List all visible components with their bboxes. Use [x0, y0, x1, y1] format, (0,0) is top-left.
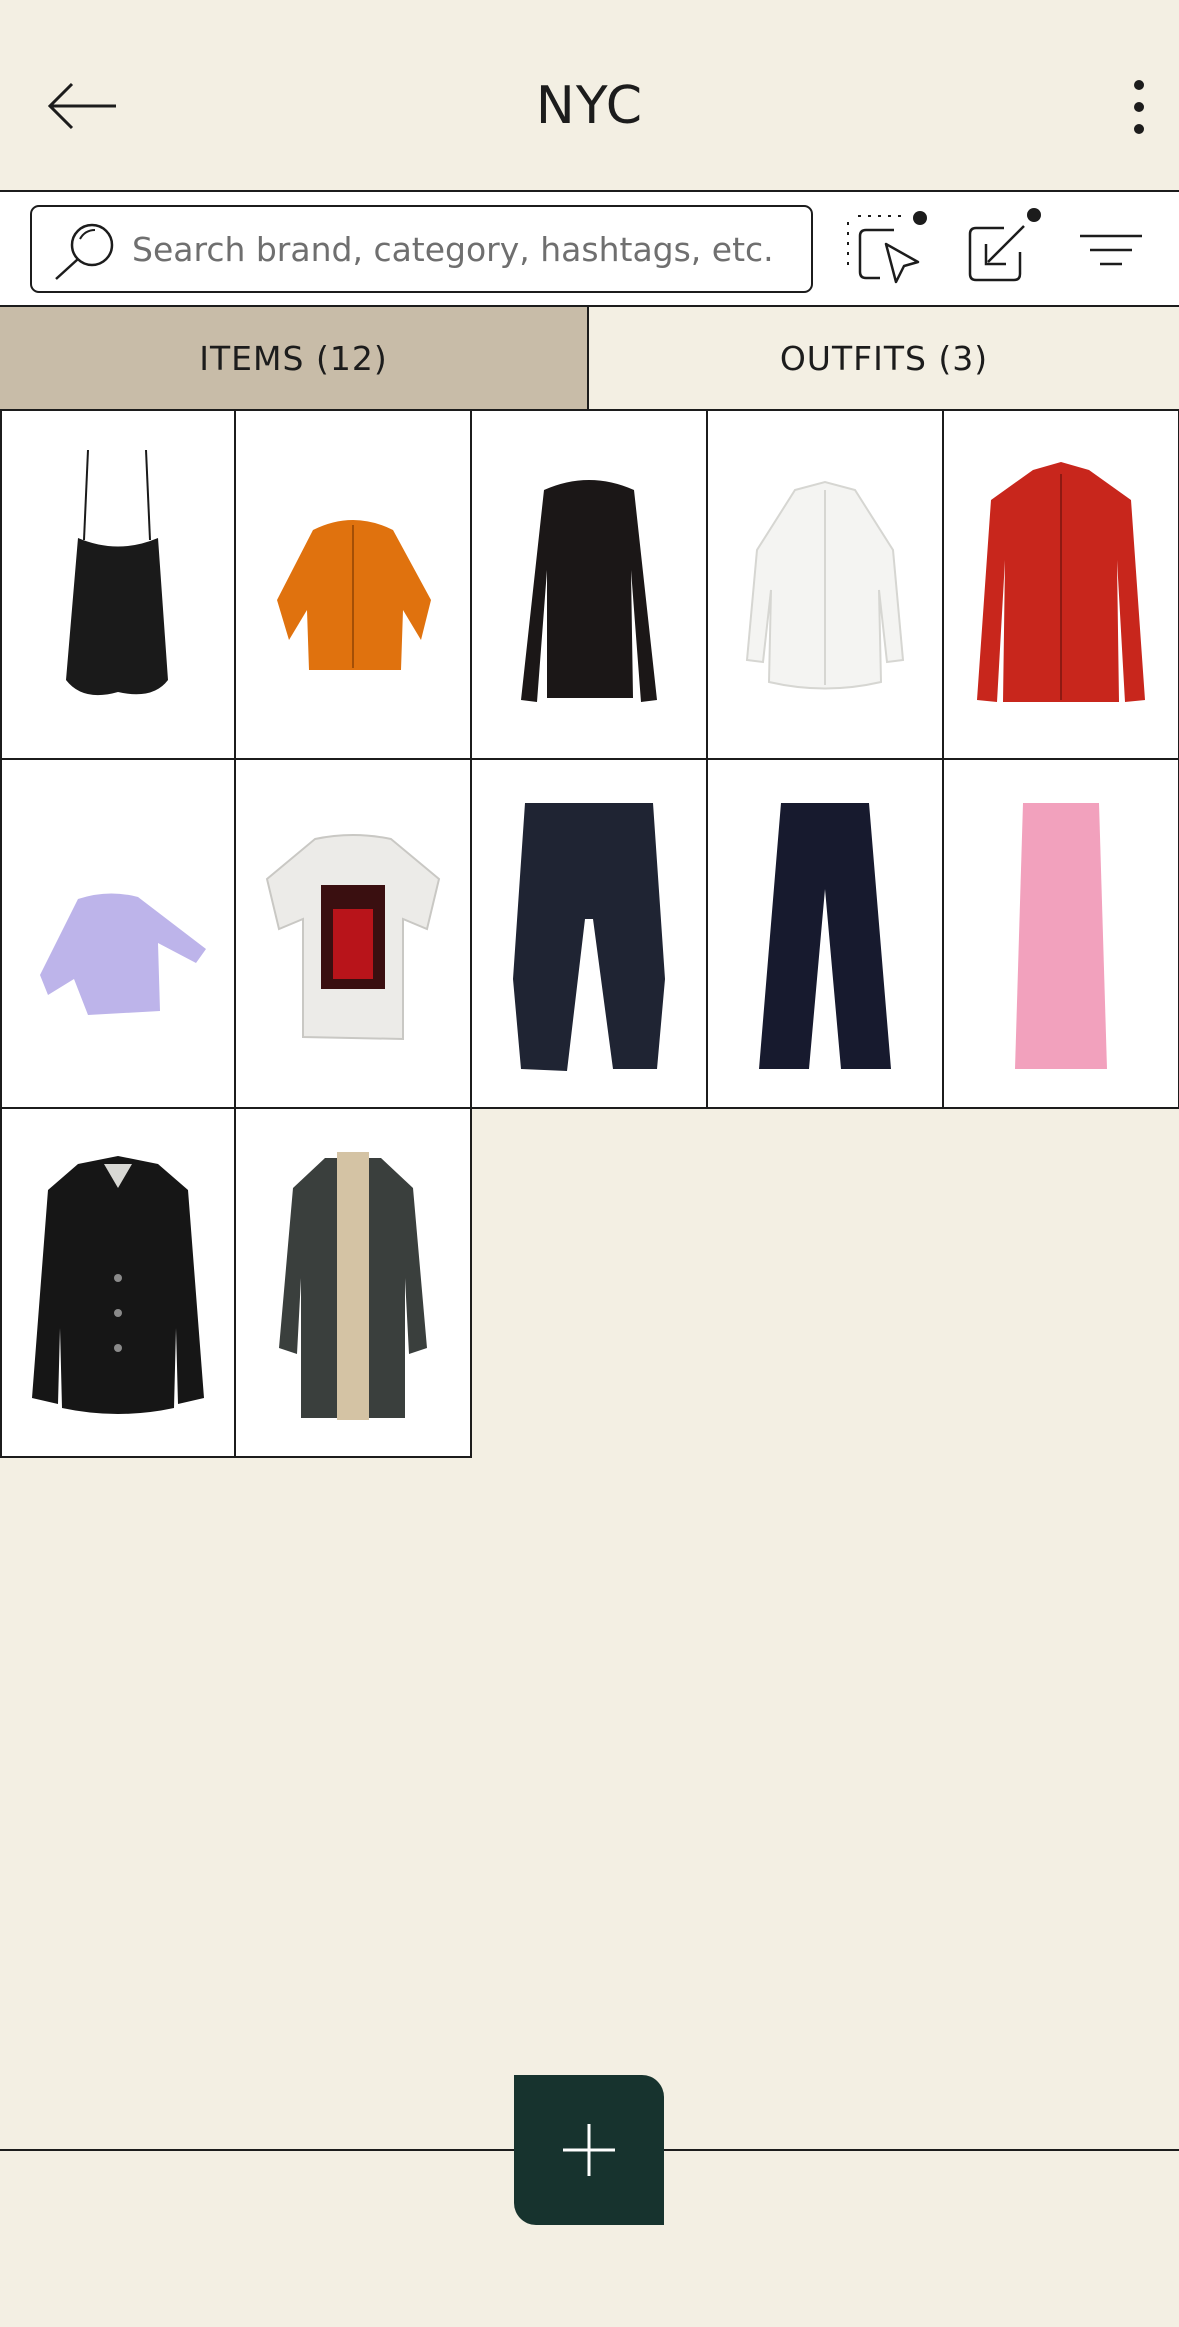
- item-card[interactable]: [236, 411, 472, 760]
- tab-bar: ITEMS (12) OUTFITS (3): [0, 307, 1179, 411]
- white-graphic-tee-image: [265, 833, 441, 1040]
- add-item-button[interactable]: [514, 2075, 664, 2225]
- tab-items[interactable]: ITEMS (12): [0, 307, 589, 409]
- item-card[interactable]: [944, 411, 1179, 760]
- export-button[interactable]: [958, 202, 1048, 294]
- plus-icon: [563, 2124, 615, 2176]
- black-blazer-image: [32, 1155, 204, 1414]
- item-card[interactable]: [0, 411, 236, 760]
- multi-select-button[interactable]: [846, 202, 936, 294]
- white-button-shirt-image: [745, 480, 905, 689]
- lavender-sweater-image: [40, 892, 206, 1015]
- item-card[interactable]: [708, 411, 944, 760]
- item-card[interactable]: [0, 1109, 236, 1458]
- more-vertical-icon: [1134, 80, 1144, 134]
- item-card[interactable]: [944, 760, 1179, 1109]
- more-options-button[interactable]: [1118, 78, 1160, 138]
- multi-select-icon: [847, 211, 927, 284]
- black-camisole-image: [66, 449, 168, 695]
- red-button-shirt-image: [977, 461, 1145, 702]
- item-card[interactable]: [0, 760, 236, 1109]
- item-card[interactable]: [708, 760, 944, 1109]
- page-title: NYC: [535, 76, 644, 136]
- search-icon: [55, 223, 114, 280]
- item-card[interactable]: [472, 760, 708, 1109]
- item-card[interactable]: [472, 411, 708, 760]
- orange-cardigan-image: [277, 519, 431, 670]
- search-box[interactable]: [30, 205, 813, 293]
- houndstooth-coat-image: [279, 1151, 427, 1420]
- item-card[interactable]: [236, 1109, 472, 1458]
- dark-denim-jeans-image: [513, 802, 665, 1071]
- tab-outfits[interactable]: OUTFITS (3): [589, 307, 1179, 409]
- navy-wide-trousers-image: [759, 802, 891, 1069]
- export-icon: [968, 208, 1041, 282]
- item-card[interactable]: [236, 760, 472, 1109]
- black-long-sleeve-top-image: [521, 479, 657, 702]
- filter-icon: [1080, 234, 1142, 266]
- top-app-bar: NYC: [0, 0, 1179, 192]
- search-input[interactable]: [132, 217, 808, 281]
- filter-button[interactable]: [1070, 202, 1160, 294]
- search-toolbar: [0, 192, 1179, 307]
- pink-midi-skirt-image: [1015, 802, 1107, 1069]
